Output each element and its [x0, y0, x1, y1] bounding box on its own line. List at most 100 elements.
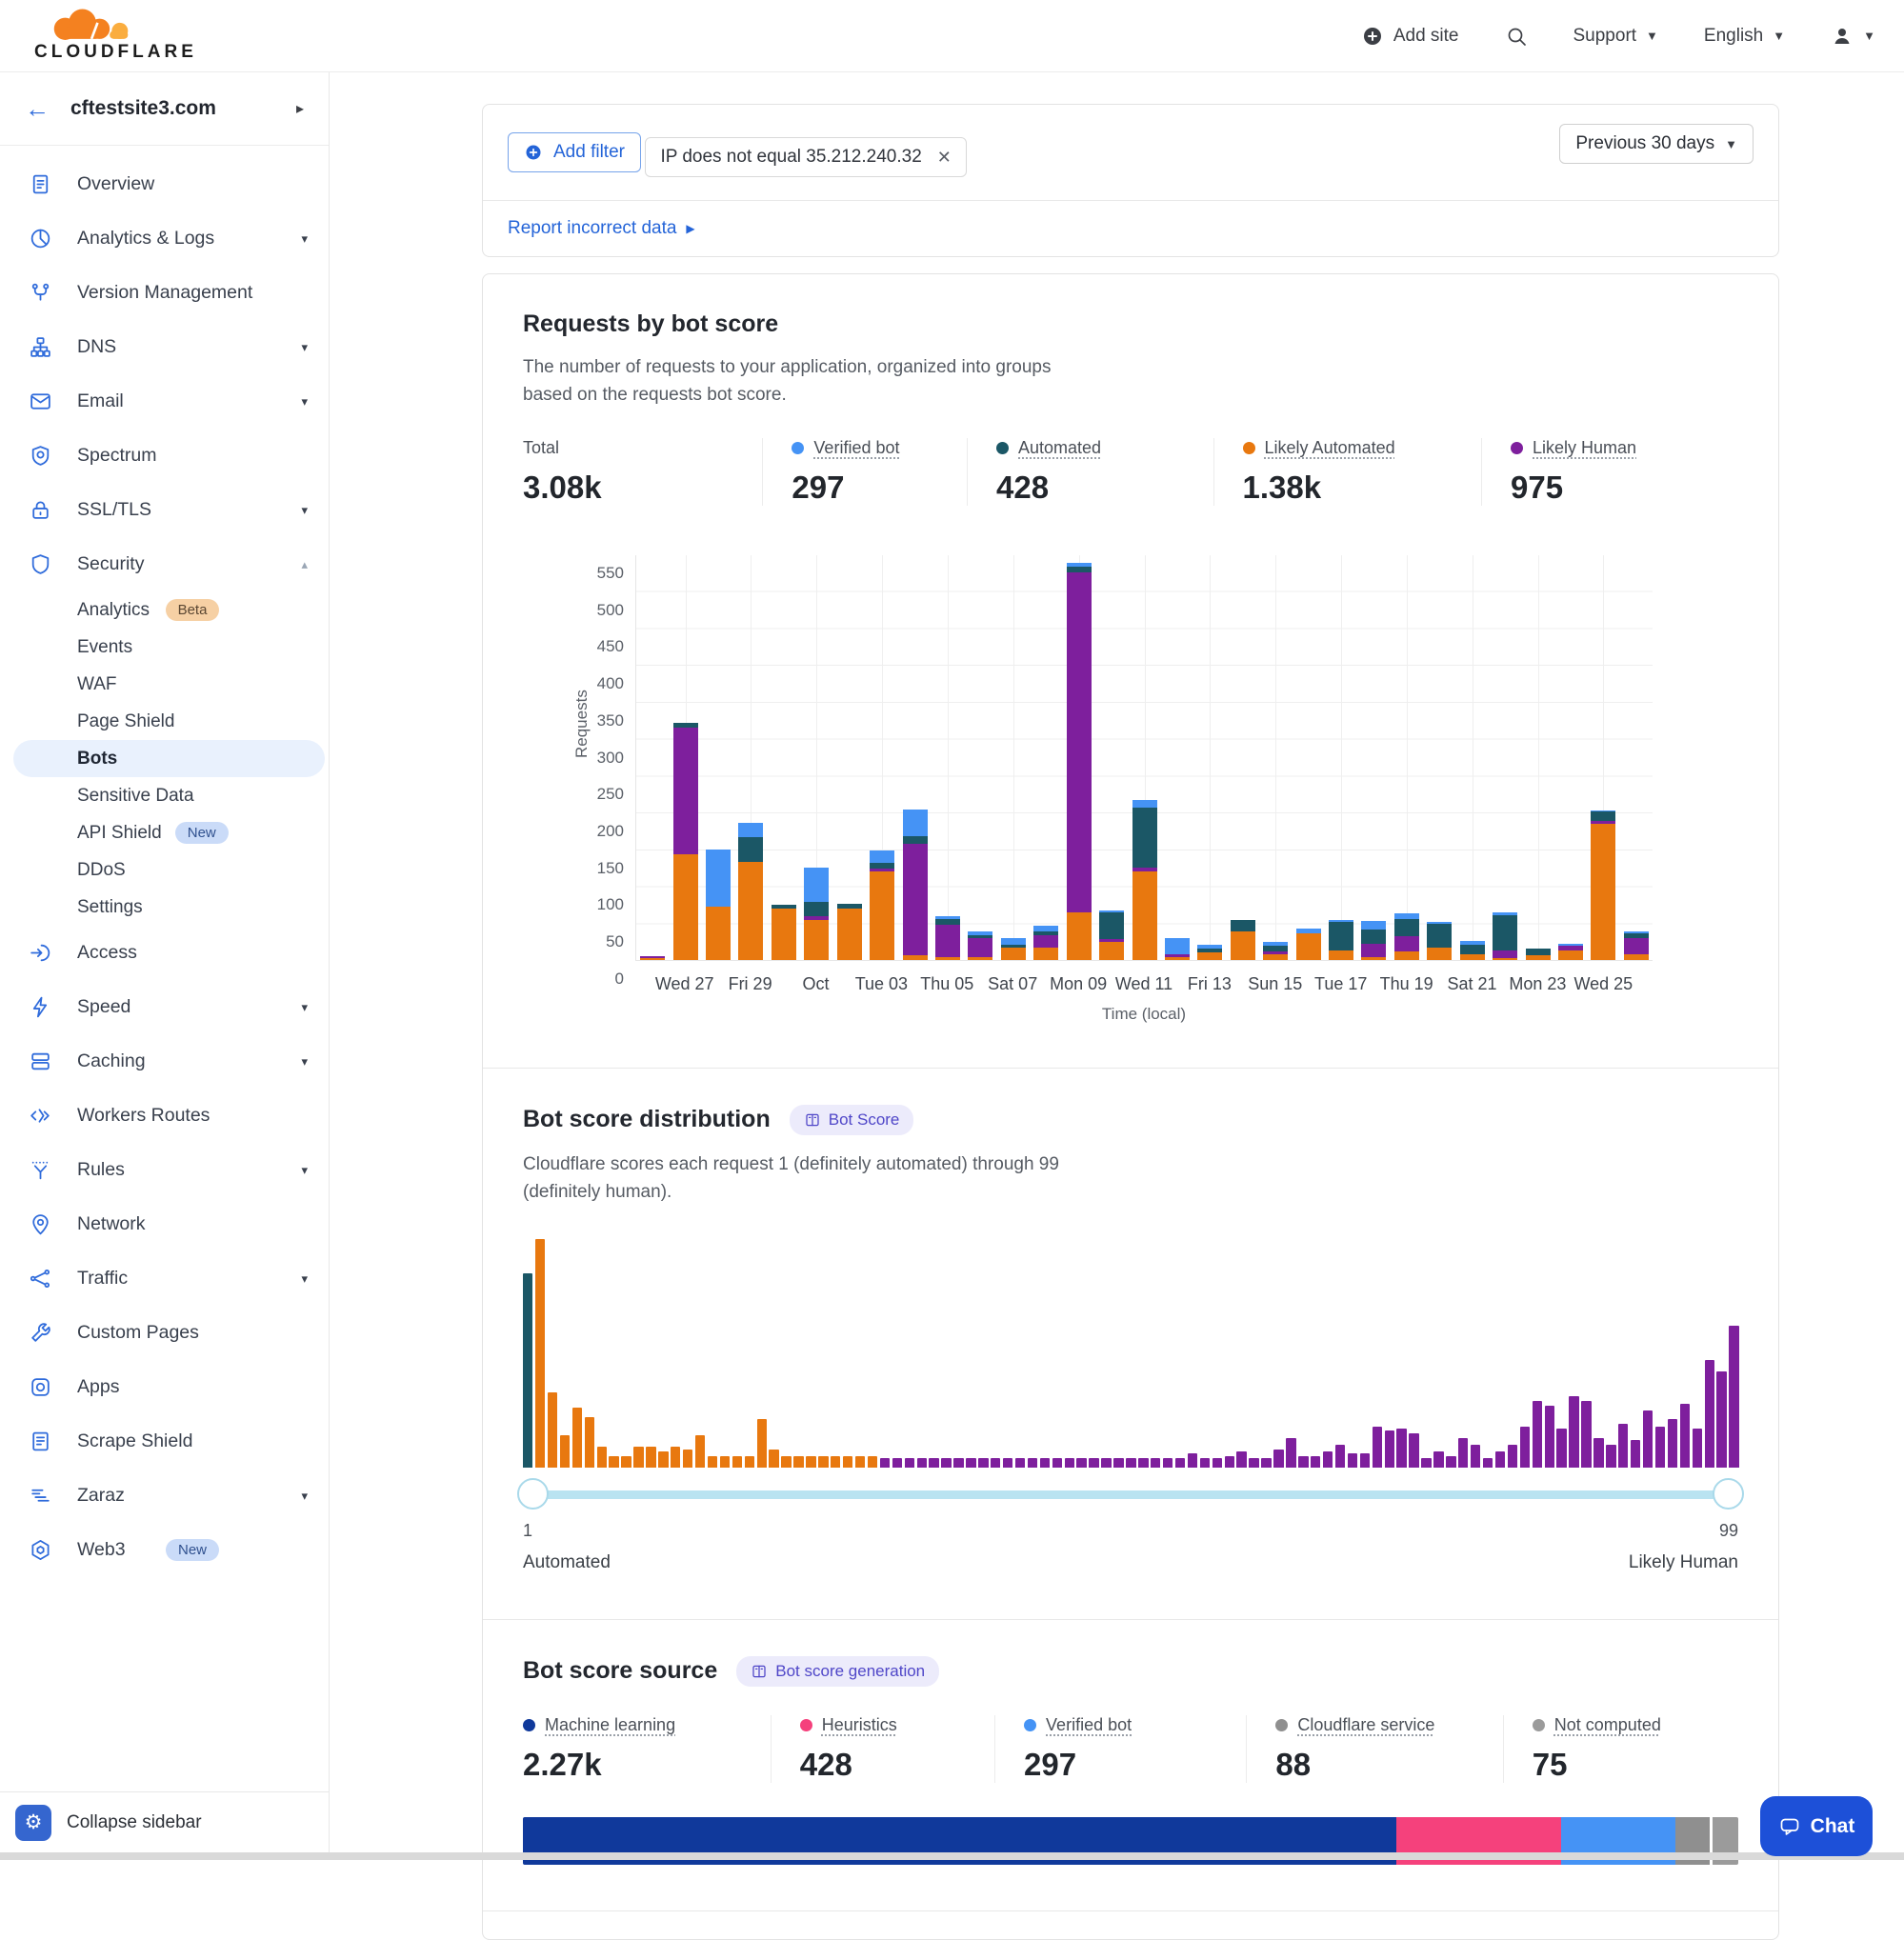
score-bar-39[interactable]	[991, 1458, 1000, 1468]
score-bar-56[interactable]	[1200, 1458, 1210, 1468]
bar-day-31[interactable]	[1620, 555, 1653, 960]
account-menu[interactable]: ▼	[1831, 25, 1875, 48]
sidebar-item-ssl-tls[interactable]: SSL/TLS▾	[0, 483, 329, 537]
bot-score-docs-badge[interactable]: Bot Score	[790, 1105, 914, 1135]
stat-label[interactable]: Verified bot	[1046, 1715, 1132, 1735]
score-bar-33[interactable]	[917, 1458, 927, 1468]
add-site-button[interactable]: Add site	[1361, 25, 1459, 48]
score-bar-6[interactable]	[585, 1417, 594, 1468]
bar-day-6[interactable]	[800, 555, 832, 960]
score-bar-2[interactable]	[535, 1239, 545, 1468]
bar-day-22[interactable]	[1325, 555, 1357, 960]
sidebar-item-caching[interactable]: Caching▾	[0, 1034, 329, 1089]
bar-day-17[interactable]	[1161, 555, 1193, 960]
sidebar-item-overview[interactable]: Overview	[0, 157, 329, 211]
score-bar-29[interactable]	[868, 1456, 877, 1468]
score-bar-73[interactable]	[1409, 1433, 1418, 1468]
score-bar-75[interactable]	[1433, 1451, 1443, 1468]
bar-day-1[interactable]	[636, 555, 669, 960]
bar-day-20[interactable]	[1259, 555, 1292, 960]
score-bar-30[interactable]	[880, 1458, 890, 1468]
sidebar-item-dns[interactable]: DNS▾	[0, 320, 329, 374]
score-bar-12[interactable]	[658, 1451, 668, 1468]
score-bar-17[interactable]	[720, 1456, 730, 1468]
date-range-dropdown[interactable]: Previous 30 days ▼	[1559, 124, 1754, 164]
score-bar-94[interactable]	[1668, 1419, 1677, 1467]
bar-day-5[interactable]	[768, 555, 800, 960]
sidebar-item-network[interactable]: Network	[0, 1197, 329, 1251]
sidebar-item-scrape-shield[interactable]: Scrape Shield	[0, 1414, 329, 1469]
score-bar-53[interactable]	[1163, 1458, 1172, 1468]
score-bar-85[interactable]	[1556, 1429, 1566, 1468]
bar-day-29[interactable]	[1554, 555, 1587, 960]
stat-label[interactable]: Likely Human	[1533, 438, 1636, 458]
score-bar-14[interactable]	[683, 1450, 692, 1468]
score-bar-43[interactable]	[1040, 1458, 1050, 1468]
score-bar-20[interactable]	[757, 1419, 767, 1467]
score-bar-54[interactable]	[1175, 1458, 1185, 1468]
score-bar-90[interactable]	[1618, 1424, 1628, 1468]
score-bar-74[interactable]	[1421, 1458, 1431, 1468]
score-bar-91[interactable]	[1631, 1440, 1640, 1468]
bar-day-4[interactable]	[734, 555, 767, 960]
filter-chip[interactable]: IP does not equal 35.212.240.32 ✕	[645, 137, 966, 177]
bar-day-19[interactable]	[1227, 555, 1259, 960]
remove-filter-icon[interactable]: ✕	[937, 148, 952, 168]
score-bar-45[interactable]	[1065, 1458, 1074, 1468]
score-bar-61[interactable]	[1261, 1458, 1271, 1468]
score-bar-3[interactable]	[548, 1392, 557, 1468]
score-bar-21[interactable]	[769, 1450, 778, 1468]
slider-track[interactable]	[525, 1490, 1736, 1499]
chat-button[interactable]: Chat	[1760, 1796, 1873, 1856]
score-bar-34[interactable]	[929, 1458, 938, 1468]
score-bar-27[interactable]	[843, 1456, 852, 1468]
sidebar-item-version-management[interactable]: Version Management	[0, 266, 329, 320]
site-switcher-chevron-icon[interactable]: ▸	[296, 99, 304, 118]
score-bar-35[interactable]	[941, 1458, 951, 1468]
score-bar-40[interactable]	[1003, 1458, 1012, 1468]
sidebar-item-rules[interactable]: Rules▾	[0, 1143, 329, 1197]
bar-day-23[interactable]	[1357, 555, 1390, 960]
bar-day-12[interactable]	[997, 555, 1030, 960]
sidebar-item-access[interactable]: Access	[0, 926, 329, 980]
score-bar-51[interactable]	[1138, 1458, 1148, 1468]
score-bar-70[interactable]	[1373, 1427, 1382, 1468]
bar-day-7[interactable]	[833, 555, 866, 960]
bar-day-10[interactable]	[932, 555, 964, 960]
score-bar-9[interactable]	[621, 1456, 631, 1468]
score-bar-38[interactable]	[978, 1458, 988, 1468]
score-bar-41[interactable]	[1015, 1458, 1025, 1468]
score-bar-55[interactable]	[1188, 1453, 1197, 1467]
bar-day-3[interactable]	[702, 555, 734, 960]
bar-day-11[interactable]	[964, 555, 996, 960]
stat-label[interactable]: Verified bot	[813, 438, 899, 458]
slider-handle-min[interactable]	[517, 1478, 549, 1510]
score-bar-18[interactable]	[732, 1456, 742, 1468]
bar-day-8[interactable]	[866, 555, 898, 960]
stat-label[interactable]: Likely Automated	[1265, 438, 1395, 458]
score-bar-58[interactable]	[1225, 1456, 1234, 1468]
score-bar-84[interactable]	[1545, 1406, 1554, 1468]
bar-day-18[interactable]	[1193, 555, 1226, 960]
score-bar-79[interactable]	[1483, 1458, 1493, 1468]
score-bar-10[interactable]	[633, 1447, 643, 1468]
score-bar-7[interactable]	[597, 1447, 607, 1468]
score-bar-88[interactable]	[1593, 1438, 1603, 1468]
score-bar-44[interactable]	[1052, 1458, 1062, 1468]
score-bar-15[interactable]	[695, 1435, 705, 1468]
bar-day-2[interactable]	[669, 555, 701, 960]
score-bar-1[interactable]	[523, 1273, 532, 1468]
score-bar-8[interactable]	[609, 1456, 618, 1468]
score-bar-98[interactable]	[1716, 1371, 1726, 1468]
sidebar-item-sensitive-data[interactable]: Sensitive Data	[0, 777, 329, 814]
score-bar-71[interactable]	[1385, 1430, 1394, 1467]
stat-label[interactable]: Machine learning	[545, 1715, 675, 1735]
score-bar-36[interactable]	[953, 1458, 963, 1468]
search-button[interactable]	[1505, 25, 1528, 48]
score-bar-72[interactable]	[1396, 1429, 1406, 1468]
sidebar-item-workers-routes[interactable]: Workers Routes	[0, 1089, 329, 1143]
sidebar-item-apps[interactable]: Apps	[0, 1360, 329, 1414]
sidebar-item-analytics[interactable]: AnalyticsBeta	[0, 591, 329, 629]
score-bar-65[interactable]	[1311, 1456, 1320, 1468]
score-bar-23[interactable]	[793, 1456, 803, 1468]
